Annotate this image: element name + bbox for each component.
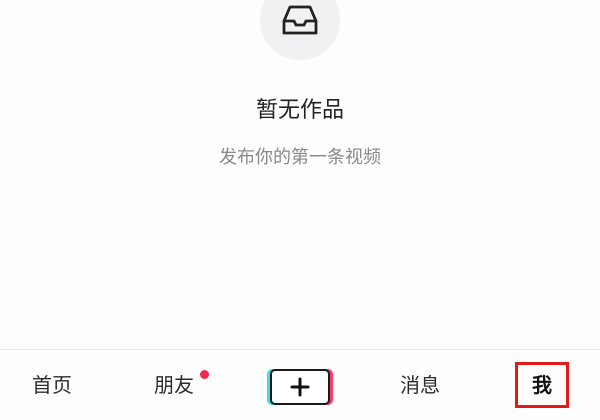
empty-state-title: 暂无作品 [255, 98, 344, 123]
tab-messages[interactable]: 消息 [400, 370, 440, 400]
inbox-icon [282, 5, 318, 35]
tab-me[interactable]: 我 [515, 362, 569, 408]
bottom-tab-bar: 首页 朋友 消息 我 [0, 349, 600, 420]
create-post-button[interactable] [270, 369, 330, 405]
tab-friends[interactable]: 朋友 [154, 370, 194, 400]
empty-works-state: 暂无作品 发布你的第一条视频 [0, 0, 600, 200]
friends-notification-dot [200, 370, 209, 379]
tab-me-label: 我 [532, 373, 552, 397]
plus-icon [290, 377, 310, 397]
profile-screen: 暂无作品 发布你的第一条视频 首页 朋友 消息 我 [0, 0, 600, 420]
tab-home[interactable]: 首页 [32, 370, 72, 400]
empty-state-subtitle: 发布你的第一条视频 [219, 147, 381, 168]
empty-icon-container [260, 0, 340, 60]
